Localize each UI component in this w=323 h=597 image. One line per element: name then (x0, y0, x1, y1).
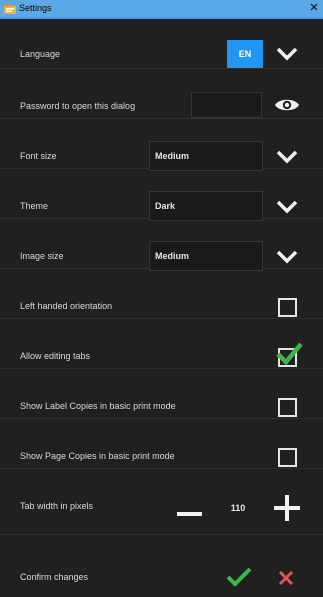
password-label: Password to open this dialog (20, 101, 136, 111)
confirm-row: Confirm changes (0, 535, 323, 597)
theme-select[interactable]: Dark (149, 191, 263, 221)
image-size-dropdown-chevron-icon[interactable] (276, 250, 298, 264)
language-dropdown-chevron-icon[interactable] (276, 47, 298, 61)
title-bar: Settings ✕ (0, 0, 323, 19)
show-label-copies-row: Show Label Copies in basic print mode (0, 369, 323, 419)
increment-button[interactable] (274, 495, 300, 521)
eye-icon[interactable] (274, 97, 300, 113)
language-row: Language (0, 19, 323, 69)
confirm-changes-label: Confirm changes (20, 572, 89, 582)
image-size-label: Image size (20, 251, 64, 261)
font-size-label: Font size (20, 151, 57, 161)
settings-app-icon (4, 4, 16, 14)
allow-editing-tabs-label: Allow editing tabs (20, 351, 91, 361)
password-input[interactable] (191, 92, 262, 118)
cancel-x-icon[interactable] (278, 570, 294, 586)
left-handed-label: Left handed orientation (20, 301, 113, 311)
allow-editing-tabs-row: Allow editing tabs (0, 319, 323, 369)
font-size-dropdown-chevron-icon[interactable] (276, 150, 298, 164)
decrement-button[interactable] (177, 492, 202, 516)
font-size-select[interactable]: Medium (149, 141, 263, 171)
tab-width-label: Tab width in pixels (20, 501, 94, 511)
window-title: Settings (19, 3, 52, 13)
tab-width-value: 110 (230, 503, 246, 513)
image-size-select[interactable]: Medium (149, 241, 263, 271)
left-handed-row: Left handed orientation (0, 269, 323, 319)
theme-label: Theme (20, 201, 49, 211)
close-window-button[interactable]: ✕ (308, 2, 320, 15)
show-page-copies-label: Show Page Copies in basic print mode (20, 451, 175, 461)
theme-dropdown-chevron-icon[interactable] (276, 200, 298, 214)
show-page-copies-row: Show Page Copies in basic print mode (0, 419, 323, 469)
show-page-copies-checkbox[interactable] (278, 448, 297, 467)
confirm-checkmark-icon[interactable] (226, 567, 252, 587)
show-label-copies-label: Show Label Copies in basic print mode (20, 401, 176, 411)
left-handed-checkbox[interactable] (278, 298, 297, 317)
show-label-copies-checkbox[interactable] (278, 398, 297, 417)
allow-editing-tabs-checkbox[interactable] (278, 348, 297, 367)
language-value[interactable]: EN (227, 40, 263, 68)
language-label: Language (20, 49, 61, 59)
